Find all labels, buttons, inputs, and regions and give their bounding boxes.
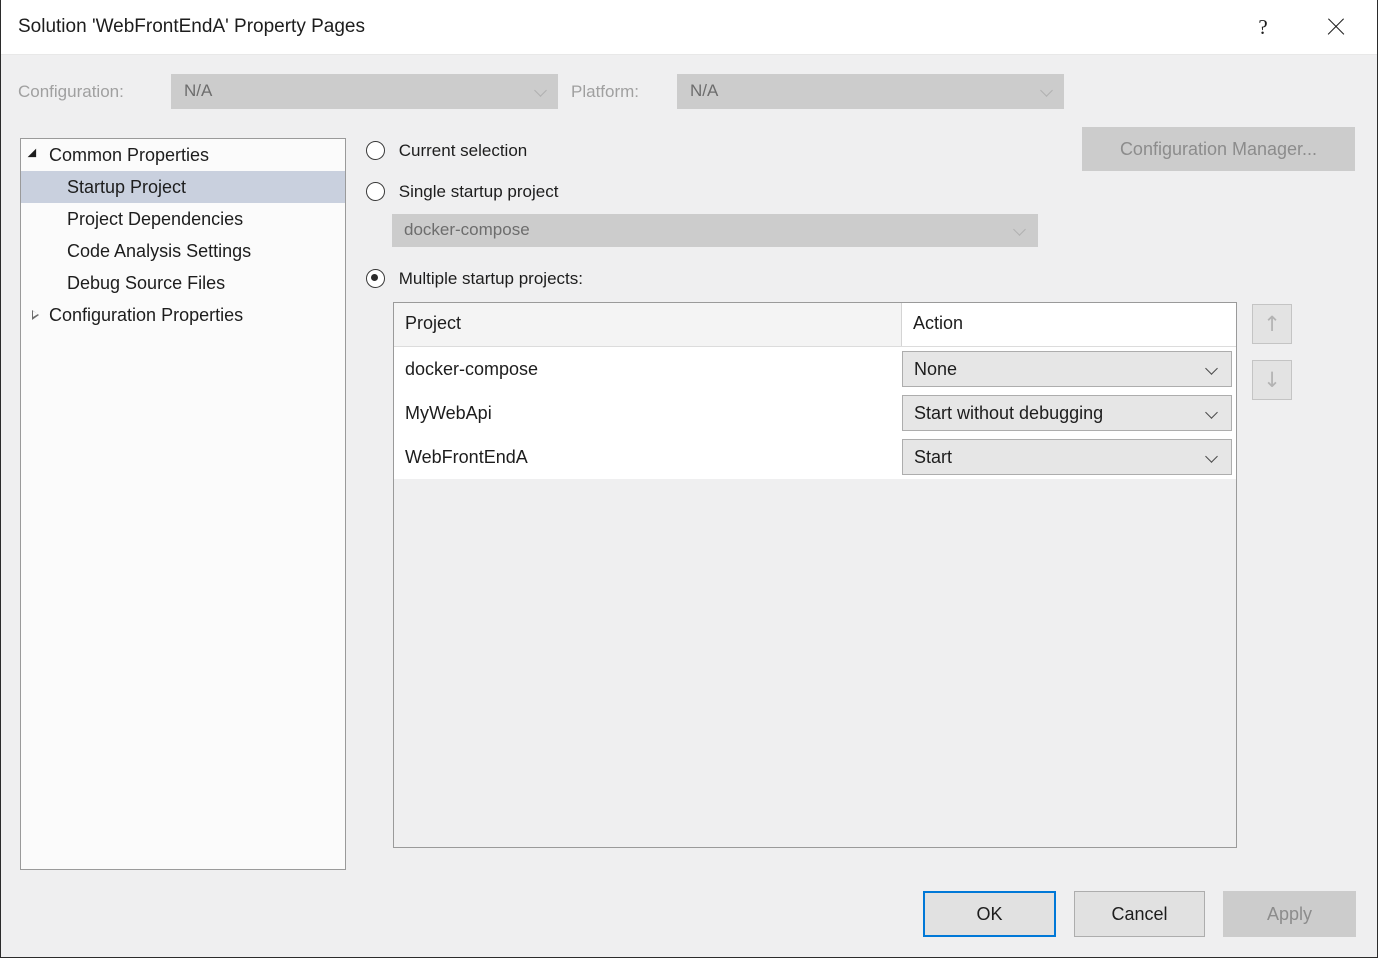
- help-icon[interactable]: ?: [1240, 0, 1286, 54]
- tree-item-label: Code Analysis Settings: [67, 241, 251, 261]
- tree-item-debug-source-files[interactable]: Debug Source Files: [21, 267, 345, 299]
- tree-item-label: Debug Source Files: [67, 273, 225, 293]
- tree-item-common-properties[interactable]: Common Properties: [21, 139, 345, 171]
- startup-projects-grid: Project Action docker-compose None MyWeb…: [393, 302, 1237, 848]
- radio-button-icon[interactable]: [366, 269, 385, 288]
- table-row[interactable]: WebFrontEndA Start: [394, 435, 1236, 479]
- title-bar: Solution 'WebFrontEndA' Property Pages ?: [1, 0, 1377, 55]
- chevron-down-icon: [1041, 86, 1053, 98]
- move-down-button[interactable]: ↓: [1252, 360, 1292, 400]
- tree-item-label: Project Dependencies: [67, 209, 243, 229]
- platform-dropdown[interactable]: N/A: [677, 74, 1064, 109]
- configuration-value: N/A: [184, 81, 212, 101]
- radio-multiple-startup-projects-label: Multiple startup projects:: [399, 269, 583, 288]
- tree-item-label: Configuration Properties: [49, 305, 243, 325]
- tree-item-code-analysis-settings[interactable]: Code Analysis Settings: [21, 235, 345, 267]
- close-icon: [1325, 16, 1347, 38]
- configuration-toolbar: Configuration: N/A Platform: N/A Configu…: [1, 55, 1377, 130]
- action-dropdown[interactable]: None: [902, 351, 1232, 387]
- radio-single-startup-project[interactable]: Single startup project: [366, 182, 558, 208]
- properties-tree[interactable]: Common Properties Startup Project Projec…: [20, 138, 346, 870]
- property-pages-dialog: Solution 'WebFrontEndA' Property Pages ?…: [0, 0, 1378, 958]
- cell-action: None: [902, 351, 1236, 387]
- action-value: Start: [914, 447, 952, 468]
- action-dropdown[interactable]: Start: [902, 439, 1232, 475]
- column-header-project[interactable]: Project: [394, 303, 902, 346]
- chevron-down-icon: [1014, 225, 1026, 237]
- action-value: None: [914, 359, 957, 380]
- single-startup-project-dropdown[interactable]: docker-compose: [392, 214, 1038, 247]
- cell-project-name: MyWebApi: [394, 403, 902, 424]
- radio-button-icon[interactable]: [366, 182, 385, 201]
- table-row[interactable]: MyWebApi Start without debugging: [394, 391, 1236, 435]
- move-up-button[interactable]: ↑: [1252, 304, 1292, 344]
- radio-multiple-startup-projects[interactable]: Multiple startup projects:: [366, 269, 583, 295]
- platform-label: Platform:: [571, 82, 639, 102]
- cell-project-name: docker-compose: [394, 359, 902, 380]
- tree-item-label: Startup Project: [67, 177, 186, 197]
- configuration-label: Configuration:: [18, 82, 124, 102]
- arrow-up-icon: ↑: [1263, 312, 1281, 336]
- cell-action: Start without debugging: [902, 395, 1236, 431]
- action-value: Start without debugging: [914, 403, 1103, 424]
- table-row[interactable]: docker-compose None: [394, 347, 1236, 391]
- grid-body: docker-compose None MyWebApi Start witho…: [394, 347, 1236, 479]
- tree-item-startup-project[interactable]: Startup Project: [21, 171, 345, 203]
- ok-button[interactable]: OK: [923, 891, 1056, 937]
- apply-button[interactable]: Apply: [1223, 891, 1356, 937]
- radio-current-selection[interactable]: Current selection: [366, 141, 527, 167]
- radio-current-selection-label: Current selection: [399, 141, 528, 160]
- cancel-button[interactable]: Cancel: [1074, 891, 1205, 937]
- platform-value: N/A: [690, 81, 718, 101]
- chevron-down-icon: [1206, 408, 1218, 420]
- radio-single-startup-project-label: Single startup project: [399, 182, 559, 201]
- chevron-down-icon: [1206, 364, 1218, 376]
- column-header-action[interactable]: Action: [902, 303, 1236, 346]
- tree-item-project-dependencies[interactable]: Project Dependencies: [21, 203, 345, 235]
- window-title: Solution 'WebFrontEndA' Property Pages: [18, 16, 365, 38]
- cell-project-name: WebFrontEndA: [394, 447, 902, 468]
- chevron-down-icon: [1206, 452, 1218, 464]
- tree-item-configuration-properties[interactable]: Configuration Properties: [21, 299, 345, 331]
- radio-button-icon[interactable]: [366, 141, 385, 160]
- cell-action: Start: [902, 439, 1236, 475]
- single-startup-project-value: docker-compose: [404, 220, 530, 240]
- grid-header-row: Project Action: [394, 303, 1236, 347]
- chevron-down-icon: [535, 86, 547, 98]
- action-dropdown[interactable]: Start without debugging: [902, 395, 1232, 431]
- tree-item-label: Common Properties: [49, 145, 209, 165]
- configuration-dropdown[interactable]: N/A: [171, 74, 558, 109]
- configuration-manager-button[interactable]: Configuration Manager...: [1082, 127, 1355, 171]
- triangle-right-hollow-icon[interactable]: [32, 310, 43, 321]
- close-button[interactable]: [1313, 0, 1359, 54]
- arrow-down-icon: ↓: [1263, 368, 1281, 392]
- triangle-down-filled-icon[interactable]: [32, 150, 43, 161]
